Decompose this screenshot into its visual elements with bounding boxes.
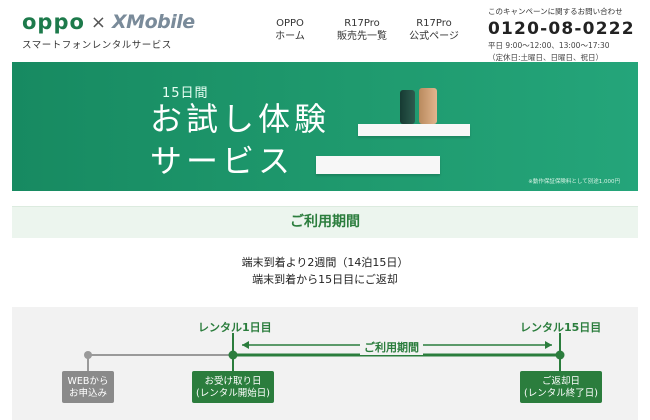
hero-footnote: ※動作保証保険料として別途1,000円 <box>528 179 620 185</box>
rental-timeline: レンタル1日目 レンタル15日目 ご利用期間 WEBから お申込み お受け取り日… <box>12 307 638 420</box>
nav-r17pro-stores[interactable]: R17Pro 販売先一覧 <box>326 17 398 43</box>
receive-box-line1: お受け取り日 <box>204 376 262 387</box>
web-box-line1: WEBから <box>67 376 109 387</box>
phone-image-gold <box>419 88 437 124</box>
main-nav: OPPO ホーム R17Pro 販売先一覧 R17Pro 公式ページ <box>270 17 470 43</box>
rental-end-label: レンタル15日目 <box>520 321 602 334</box>
web-application-box: WEBから お申込み <box>62 371 114 403</box>
phone-number[interactable]: 0120-08-0222 <box>488 19 634 39</box>
receive-day-box: お受け取り日 (レンタル開始日) <box>192 371 274 403</box>
contact-label: このキャンペーンに関するお問い合わせ <box>488 7 623 16</box>
return-day-box: ご返却日 (レンタル終了日) <box>520 371 602 403</box>
nav-label-line2: ホーム <box>275 31 305 42</box>
logo-tagline: スマートフォンレンタルサービス <box>22 40 172 51</box>
return-box-line2: (レンタル終了日) <box>524 388 598 399</box>
nav-label-line2: 公式ページ <box>409 31 459 42</box>
receive-box-line2: (レンタル開始日) <box>196 388 270 399</box>
usage-period-description: 端末到着より2週間（14泊15日） 端末到着から15日目にご返却 <box>0 254 650 288</box>
period-arrow-left-icon <box>242 341 249 349</box>
contact-info: このキャンペーンに関するお問い合わせ 0120-08-0222 平日 9:00～… <box>488 6 634 63</box>
hero-banner: 15日間 お試し体験 サービス ※動作保証保険料として別途1,000円 <box>12 62 638 191</box>
usage-line-2: 端末到着から15日目にご返却 <box>252 273 398 286</box>
nav-label-line2: 販売先一覧 <box>337 31 387 42</box>
xmobile-logo: XMobile <box>112 11 195 33</box>
return-box-line1: ご返却日 <box>541 376 580 387</box>
cross-icon: × <box>90 11 107 33</box>
usage-period-title: ご利用期間 <box>290 214 360 230</box>
web-box-line2: お申込み <box>68 388 107 399</box>
nav-r17pro-official[interactable]: R17Pro 公式ページ <box>398 17 470 43</box>
hero-title-line2: サービス <box>150 142 295 180</box>
oppo-logo: oppo <box>22 10 85 34</box>
shelf-bottom <box>316 156 440 174</box>
shelf-top <box>358 124 470 136</box>
nav-label-line1: R17Pro <box>416 18 452 29</box>
site-logo[interactable]: oppo × XMobile スマートフォンレンタルサービス <box>22 10 195 51</box>
business-hours: 平日 9:00～12:00、13:00～17:30 <box>488 41 610 50</box>
usage-line-1: 端末到着より2週間（14泊15日） <box>241 256 409 269</box>
site-header: oppo × XMobile スマートフォンレンタルサービス OPPO ホーム … <box>0 0 650 63</box>
rental-start-label: レンタル1日目 <box>198 321 272 334</box>
hero-title: お試し体験 サービス <box>150 98 330 182</box>
period-arrow-right-icon <box>545 341 552 349</box>
usage-period-label: ご利用期間 <box>360 339 423 355</box>
hero-title-line1: お試し体験 <box>150 100 331 138</box>
nav-oppo-home[interactable]: OPPO ホーム <box>270 17 310 43</box>
nav-label-line1: OPPO <box>276 18 304 29</box>
nav-label-line1: R17Pro <box>344 18 380 29</box>
usage-period-heading: ご利用期間 <box>12 206 638 238</box>
phone-image-dark <box>400 90 415 124</box>
